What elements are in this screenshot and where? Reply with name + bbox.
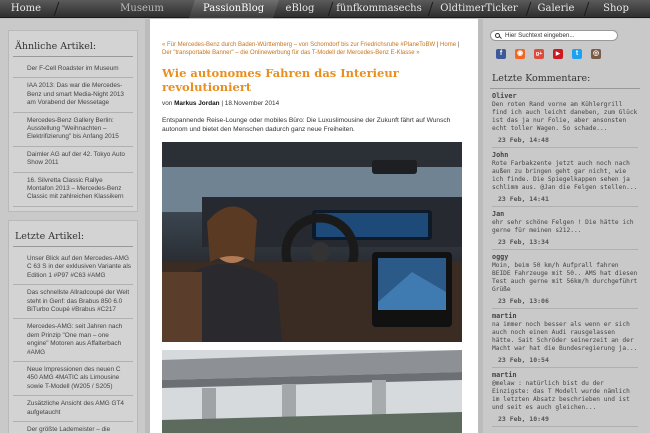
top-navigation: Home Museum PassionBlog eBlog fünfkommas… [0, 0, 650, 18]
comment-item: Oliver Den roten Rand vorne am Kühlergri… [490, 89, 640, 148]
bridge-illustration [162, 349, 462, 433]
comment-author[interactable]: oggy [492, 253, 638, 261]
breadcrumb-separator: | [436, 42, 439, 48]
similar-article-link[interactable]: IAA 2013: Das war die Mercedes-Benz und … [13, 78, 133, 113]
article-date: 18.November 2014 [224, 99, 280, 107]
recent-article-link[interactable]: Unser Blick auf den Mercedes-AMG C 63 S … [13, 251, 133, 286]
social-icons: f ◉ g+ ▶ t ◎ [490, 49, 640, 59]
similar-article-link[interactable]: 16. Silvretta Classic Rallye Montafon 20… [13, 173, 133, 207]
comment-text[interactable]: ehr sehr schöne Felgen ! Die hätte ich g… [492, 219, 638, 235]
nav-separator [583, 2, 590, 16]
comment-date: 23 Feb, 14:48 [492, 136, 638, 148]
interior-illustration [162, 141, 462, 342]
article-title[interactable]: Wie autonomes Fahren das Interieur revol… [162, 66, 466, 94]
comment-text[interactable]: Moin, beim 50 km/h Aufprall fahren BEIDE… [492, 262, 638, 294]
comment-text[interactable]: @melaw : natürlich bist du der Einzigste… [492, 380, 638, 412]
comment-date: 23 Feb, 13:06 [492, 297, 638, 309]
article-teaser: Entspannende Reise-Lounge oder mobiles B… [162, 116, 451, 133]
comment-text[interactable]: na immer noch besser als wenn er sich au… [492, 321, 638, 353]
breadcrumb: « Für Mercedes-Benz durch Baden-Württemb… [162, 41, 466, 58]
comment-item: martin @melaw : natürlich bist du der Ei… [490, 368, 640, 427]
similar-article-link[interactable]: Mercedes-Benz Gallery Berlin: Ausstellun… [13, 113, 133, 147]
comment-text[interactable]: Rote Farbakzente jetzt auch noch nach au… [492, 160, 638, 192]
comment-item: John Rote Farbakzente jetzt auch noch na… [490, 148, 640, 207]
next-article-link[interactable]: Der "transportable Banner" – die Onlinew… [162, 50, 420, 56]
comment-author[interactable]: martin [492, 312, 638, 320]
google-plus-icon[interactable]: g+ [534, 49, 544, 59]
comment-text[interactable]: Den roten Rand vorne am Kühlergrill find… [492, 101, 638, 133]
byline-prefix: von [162, 99, 173, 107]
article-main: « Für Mercedes-Benz durch Baden-Württemb… [150, 19, 478, 433]
right-sidebar: Hier Suchtext eingeben... f ◉ g+ ▶ t ◎ L… [490, 30, 640, 427]
breadcrumb-separator: | [457, 42, 460, 48]
youtube-icon[interactable]: ▶ [553, 49, 563, 59]
instagram-icon[interactable]: ◎ [591, 49, 601, 59]
article-photo-bridge [162, 349, 462, 433]
comment-author[interactable]: John [492, 151, 638, 159]
comment-date: 23 Feb, 10:54 [492, 356, 638, 368]
nav-tab-shop[interactable]: Shop [596, 0, 636, 18]
search-placeholder: Hier Suchtext eingeben... [505, 32, 575, 39]
comment-item: Jan ehr sehr schöne Felgen ! Die hätte i… [490, 207, 640, 250]
nav-tab-oldtimerticker[interactable]: OldtimerTicker [436, 0, 522, 18]
recent-articles-box: Letzte Artikel: Unser Blick auf den Merc… [8, 219, 138, 433]
rss-icon[interactable]: ◉ [515, 49, 525, 59]
nav-separator [327, 2, 334, 16]
nav-tab-passionblog[interactable]: PassionBlog [189, 0, 279, 18]
similar-article-link[interactable]: Daimler AG auf der 42. Tokyo Auto Show 2… [13, 147, 133, 173]
nav-separator [525, 2, 532, 16]
recent-articles-heading: Letzte Artikel: [13, 221, 133, 247]
recent-article-link[interactable]: Der größte Lademeister – die [13, 422, 133, 433]
nav-tab-fuenfkommasechs[interactable]: fünfkommasechs [336, 0, 422, 18]
previous-article-link[interactable]: « Für Mercedes-Benz durch Baden-Württemb… [162, 42, 435, 48]
article-author: Markus Jordan [174, 99, 220, 107]
comment-author[interactable]: Jan [492, 210, 638, 218]
comment-author[interactable]: Oliver [492, 92, 638, 100]
recent-article-link[interactable]: Mercedes-AMG: seit Jahren nach dem Prinz… [13, 319, 133, 362]
facebook-icon[interactable]: f [496, 49, 506, 59]
search-input[interactable]: Hier Suchtext eingeben... [490, 30, 618, 41]
comment-date: 23 Feb, 10:49 [492, 415, 638, 427]
recent-comments-heading: Letzte Kommentare: [490, 73, 640, 89]
recent-article-link[interactable]: Zusätzliche Ansicht des AMG GT4 aufgetau… [13, 396, 133, 422]
comment-date: 23 Feb, 13:34 [492, 238, 638, 250]
home-link[interactable]: Home [440, 42, 456, 48]
nav-separator [53, 2, 60, 16]
recent-article-link[interactable]: Das schnellste Allradcoupé der Welt steh… [13, 285, 133, 320]
nav-tab-galerie[interactable]: Galerie [534, 0, 578, 18]
twitter-icon[interactable]: t [572, 49, 582, 59]
nav-tab-museum[interactable]: Museum [106, 0, 178, 18]
nav-tab-eblog[interactable]: eBlog [276, 0, 324, 18]
article-photo-interior [162, 141, 462, 342]
comment-item: oggy Moin, beim 50 km/h Aufprall fahren … [490, 250, 640, 309]
comment-author[interactable]: martin [492, 371, 638, 379]
search-icon [495, 33, 500, 38]
similar-article-link[interactable]: Der F-Cell Roadster im Museum [13, 61, 133, 79]
left-sidebar: Ähnliche Artikel: Der F-Cell Roadster im… [8, 30, 138, 433]
nav-tab-home[interactable]: Home [6, 0, 46, 18]
article-byline: von Markus Jordan | 18.November 2014 [162, 100, 466, 107]
byline-separator: | [221, 99, 224, 107]
comment-item: martin na immer noch besser als wenn er … [490, 309, 640, 368]
nav-separator [427, 2, 434, 16]
similar-articles-heading: Ähnliche Artikel: [13, 31, 133, 57]
recent-article-link[interactable]: Neue Impressionen des neuen C 450 AMG 4M… [13, 362, 133, 397]
comment-date: 23 Feb, 14:41 [492, 195, 638, 207]
similar-articles-box: Ähnliche Artikel: Der F-Cell Roadster im… [8, 30, 138, 212]
